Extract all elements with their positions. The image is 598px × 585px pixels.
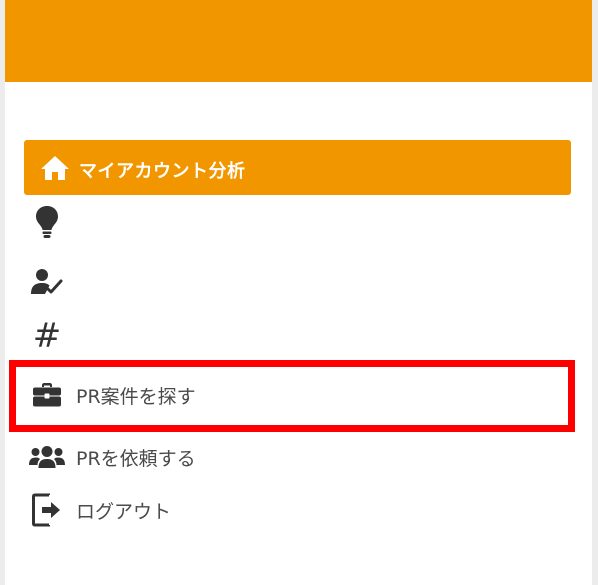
sidebar-item-request-pr[interactable]: PRを依頼する: [24, 437, 571, 477]
sidebar-item-hashtags[interactable]: #: [24, 316, 571, 356]
left-border: [0, 0, 5, 585]
sidebar-item-logout[interactable]: ログアウト: [24, 488, 571, 532]
sidebar-item-label: ログアウト: [76, 500, 172, 523]
sidebar-item-my-account-analysis[interactable]: マイアカウント分析: [24, 140, 571, 195]
user-check-icon: [24, 268, 70, 296]
logout-icon: [24, 493, 70, 527]
sidebar-item-find-pr-projects[interactable]: PR案件を探す: [24, 375, 571, 415]
right-border: [592, 0, 598, 585]
sidebar-item-label: マイアカウント分析: [79, 160, 246, 182]
users-icon: [24, 446, 70, 468]
sidebar-item-label: PR案件を探す: [76, 385, 196, 408]
app-frame: マイアカウント分析 # PR案件を探す PRを依頼する ログアウト: [0, 0, 598, 585]
hashtag-icon: #: [32, 316, 62, 356]
home-icon: [40, 153, 70, 183]
sidebar-item-account-check[interactable]: [24, 264, 571, 300]
lightbulb-icon: [24, 205, 70, 239]
sidebar-item-label: PRを依頼する: [76, 447, 196, 470]
sidebar-item-insights[interactable]: [24, 202, 571, 242]
header-bar: [5, 0, 592, 82]
briefcase-icon: [24, 383, 70, 407]
